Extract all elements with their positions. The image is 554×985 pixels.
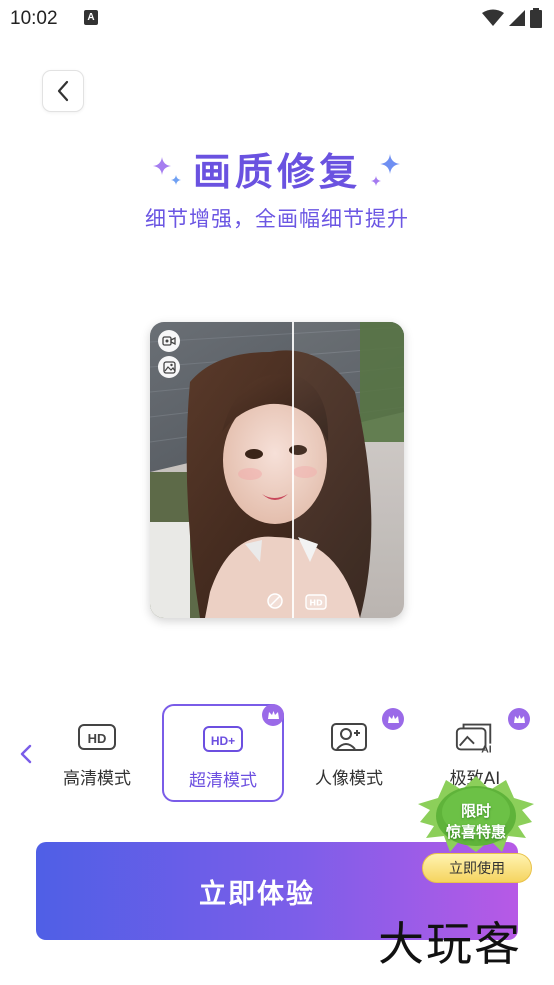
svg-text:AI: AI (481, 743, 492, 754)
title-wrap: 画质修复 (0, 148, 554, 196)
svg-text:HD+: HD+ (211, 734, 235, 748)
crown-icon (262, 704, 284, 726)
hd-mode-icon: HD (76, 720, 118, 754)
hd-icon[interactable]: HD (305, 594, 327, 610)
mode-hd[interactable]: HD 高清模式 (36, 704, 158, 802)
watermark: 大玩客 (378, 917, 522, 971)
signal-icon (509, 10, 525, 26)
page-title: 画质修复 (192, 150, 361, 194)
modes-prev-button[interactable] (16, 741, 36, 767)
promo-line1: 限时 (460, 802, 491, 820)
promo-line2: 惊喜特惠 (445, 823, 506, 841)
mode-label: 人像模式 (315, 769, 383, 789)
chevron-left-icon (20, 744, 32, 764)
crown-icon (382, 708, 404, 730)
sparkle-right-icon (371, 154, 400, 186)
chevron-left-icon (57, 80, 69, 102)
promo-use-button[interactable]: 立即使用 (422, 853, 532, 883)
portrait-mode-icon (328, 720, 370, 754)
sparkle-left-icon (153, 157, 181, 185)
preview-image[interactable]: HD (150, 322, 404, 618)
status-right (482, 8, 542, 28)
status-bar: 10:02 A (0, 0, 554, 38)
crown-icon (508, 708, 530, 730)
wifi-icon (482, 9, 504, 26)
notification-icon: A (84, 10, 98, 25)
try-now-label: 立即体验 (199, 878, 315, 910)
ai-mode-icon: AI (454, 720, 496, 754)
svg-text:HD: HD (309, 599, 323, 608)
video-icon[interactable] (158, 330, 180, 352)
mode-uhd[interactable]: HD+ 超清模式 (162, 704, 284, 802)
status-time: 10:02 (10, 8, 58, 29)
image-icon[interactable] (158, 356, 180, 378)
mode-label: 高清模式 (63, 769, 131, 789)
hd-plus-mode-icon: HD+ (202, 722, 244, 756)
no-icon[interactable] (266, 592, 284, 610)
back-button[interactable] (42, 70, 84, 112)
portrait-illustration (150, 322, 404, 618)
promo-badge[interactable]: 限时 惊喜特惠 立即使用 (410, 774, 542, 886)
svg-text:HD: HD (88, 731, 107, 746)
battery-icon (530, 8, 542, 28)
mode-label: 超清模式 (189, 771, 257, 791)
mode-portrait[interactable]: 人像模式 (288, 704, 410, 802)
compare-divider[interactable] (292, 322, 294, 618)
page-subtitle: 细节增强，全画幅细节提升 (145, 207, 409, 231)
